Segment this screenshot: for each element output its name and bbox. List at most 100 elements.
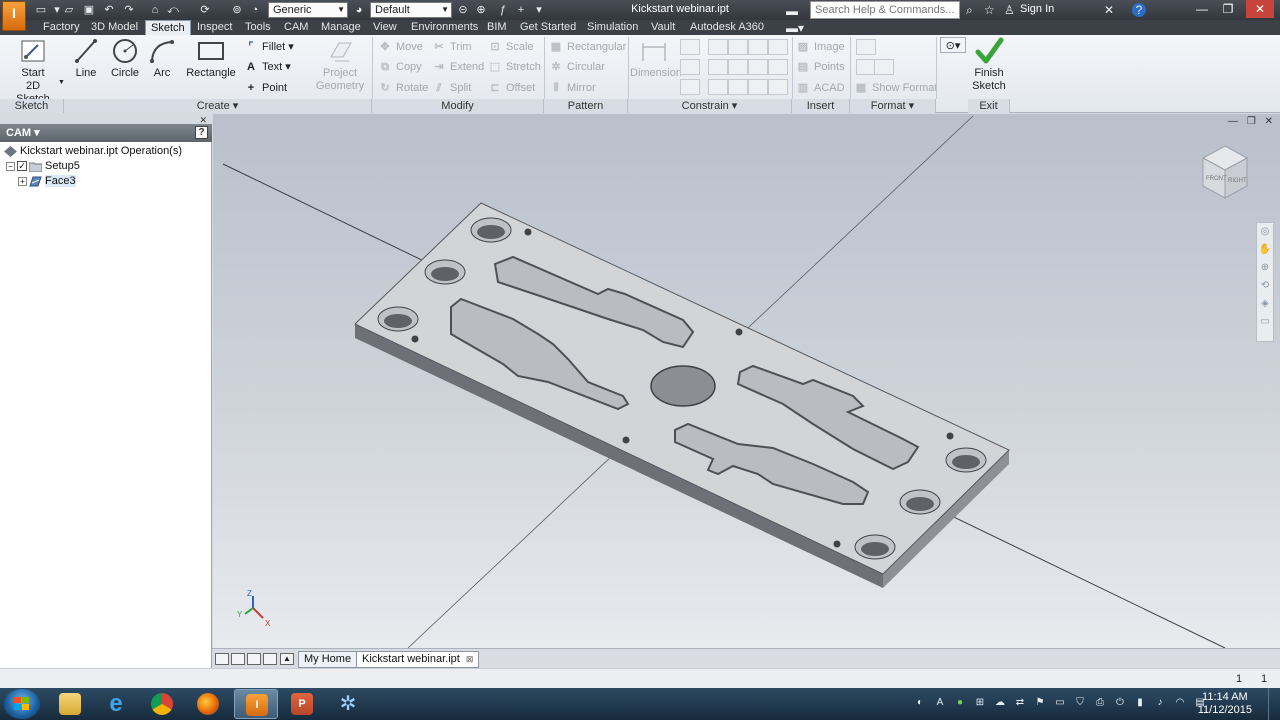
update-icon[interactable]: ⟳ <box>198 3 212 17</box>
centerline-icon[interactable] <box>856 59 876 75</box>
tray-volume-icon[interactable]: ♪ <box>1154 697 1166 709</box>
constrain-panel-label[interactable]: Constrain ▾ <box>628 99 792 113</box>
help-icon[interactable]: ? <box>1132 3 1146 17</box>
orbit-icon[interactable]: ⟲ <box>1257 277 1273 295</box>
tab-vault[interactable]: Vault <box>646 20 680 35</box>
tab-tools[interactable]: Tools <box>240 20 276 35</box>
image-button[interactable]: ▨ Image <box>796 39 845 55</box>
cascade-windows-icon[interactable] <box>215 653 229 665</box>
tab-environments[interactable]: Environments <box>406 20 483 35</box>
taskbar-firefox[interactable] <box>186 689 230 719</box>
browser-help-icon[interactable]: ? <box>195 126 208 139</box>
tab-factory[interactable]: Factory <box>38 20 85 35</box>
user-icon[interactable]: ♙ <box>1004 3 1015 17</box>
undo-icon[interactable]: ↶ <box>102 3 116 17</box>
adjust-icon[interactable]: ⊕ <box>474 3 488 17</box>
model-canvas[interactable]: Z X Y <box>213 114 1280 648</box>
tab-cam[interactable]: CAM <box>279 20 313 35</box>
viewcube[interactable]: FRONT RIGHT <box>1200 144 1250 200</box>
relax-mode-icon[interactable] <box>680 79 700 95</box>
taskbar-powerpoint[interactable]: P <box>280 689 324 719</box>
format-panel-label[interactable]: Format ▾ <box>850 99 936 113</box>
tray-shield-icon[interactable]: ⛉ <box>1074 697 1086 709</box>
show-desktop-button[interactable] <box>1268 688 1280 720</box>
tab-list-icon[interactable]: ▲ <box>280 653 294 665</box>
tree-item-setup5[interactable]: − ✓ Setup5 <box>6 159 80 173</box>
mirror-button[interactable]: ⫴ Mirror <box>549 80 596 96</box>
tray-windows-icon[interactable]: ⊞ <box>974 697 986 709</box>
doc-tab-kickstart-webinar[interactable]: Kickstart webinar.ipt ⊠ <box>356 651 480 668</box>
material-combo[interactable]: Generic ▼ <box>268 2 348 18</box>
create-panel-label[interactable]: Create ▾ <box>64 99 372 113</box>
select-icon[interactable]: ⊚ <box>230 3 244 17</box>
tile-windows-icon[interactable] <box>231 653 245 665</box>
rectangular-pattern-button[interactable]: ▦ Rectangular <box>549 39 627 55</box>
rectangle-button[interactable]: Rectangle <box>186 37 236 80</box>
perpendicular-icon[interactable] <box>728 59 748 75</box>
favorites-star-icon[interactable]: ☆ <box>984 3 995 17</box>
collapse-icon[interactable]: − <box>6 161 15 171</box>
tray-wifi-icon[interactable]: ◠ <box>1174 697 1186 709</box>
arc-button[interactable]: Arc <box>146 37 178 80</box>
smooth-icon[interactable] <box>728 79 748 95</box>
offset-button[interactable]: ⊏ Offset <box>488 80 535 96</box>
binoculars-icon[interactable]: ⌕ <box>966 3 973 17</box>
point-button[interactable]: + Point <box>244 80 287 96</box>
start-2d-sketch-button[interactable]: Start 2D Sketch <box>8 37 58 106</box>
new-file-icon[interactable]: ▭ <box>34 3 48 17</box>
copy-button[interactable]: ⧉ Copy <box>378 59 422 75</box>
nav-bar-options-icon[interactable]: ▭ <box>1257 313 1273 331</box>
acad-button[interactable]: ▥ ACAD <box>796 80 845 96</box>
steering-wheel-icon[interactable]: ◎ <box>1257 223 1273 241</box>
equal-icon[interactable] <box>768 79 788 95</box>
tab-get-started[interactable]: Get Started <box>515 20 581 35</box>
tab-sketch[interactable]: Sketch <box>145 20 191 35</box>
graphics-viewport[interactable]: — ❐ ✕ Z X Y FRONT RIGHT ◎ ✋ ⊕ ⟲ ◈ ▭ <box>213 114 1280 648</box>
tab-manage[interactable]: Manage <box>316 20 366 35</box>
tray-battery-icon[interactable]: ▮ <box>1134 697 1146 709</box>
appearance-combo[interactable]: Default ▼ <box>370 2 452 18</box>
parallel-icon[interactable] <box>708 59 728 75</box>
minimize-button[interactable]: — <box>1188 0 1216 18</box>
plus-icon[interactable]: + <box>514 3 528 17</box>
symmetric-icon[interactable] <box>748 79 768 95</box>
tray-flag-icon[interactable]: ⚑ <box>1034 697 1046 709</box>
ribbon-customize-button[interactable]: ⊙▾ <box>940 37 966 53</box>
move-button[interactable]: ✥ Move <box>378 39 423 55</box>
arrange-vertical-icon[interactable] <box>263 653 277 665</box>
scale-button[interactable]: ⊡ Scale <box>488 39 533 55</box>
help-search-input[interactable]: Search Help & Commands... <box>810 1 960 19</box>
fillet-button[interactable]: ⌜ Fillet ▾ <box>244 39 293 55</box>
vertical-icon[interactable] <box>768 59 788 75</box>
tab-bim[interactable]: BIM <box>482 20 512 35</box>
taskbar-internet-explorer[interactable]: e <box>94 689 138 719</box>
tree-item-face3[interactable]: + Face3 <box>18 174 76 188</box>
center-point-icon[interactable] <box>874 59 894 75</box>
taskbar-inventor[interactable]: I <box>234 689 278 719</box>
restore-button[interactable]: ❐ <box>1214 0 1242 18</box>
stretch-button[interactable]: ⬚ Stretch <box>488 59 541 75</box>
split-button[interactable]: ⫽ Split <box>432 80 472 96</box>
construction-icon[interactable] <box>856 39 876 55</box>
tray-network-icon[interactable]: ⇄ <box>1014 697 1026 709</box>
close-tab-icon[interactable]: ⊠ <box>466 654 474 664</box>
sign-in-link[interactable]: Sign In <box>1020 3 1054 15</box>
appearance-icon[interactable]: ◕ <box>352 3 366 17</box>
tray-monitor-icon[interactable]: ▭ <box>1054 697 1066 709</box>
line-button[interactable]: Line <box>70 37 102 80</box>
coincident-icon[interactable] <box>708 39 728 55</box>
tab-autodesk-a360[interactable]: Autodesk A360 <box>685 20 769 35</box>
fix-icon[interactable] <box>768 39 788 55</box>
horizontal-icon[interactable] <box>748 59 768 75</box>
tray-printer-icon[interactable]: ⎙ <box>1094 697 1106 709</box>
properties-icon[interactable]: ◔ <box>248 3 262 17</box>
tree-item-operations[interactable]: Kickstart webinar.ipt Operation(s) <box>4 144 182 158</box>
show-constraints-icon[interactable] <box>680 59 700 75</box>
browser-header[interactable]: CAM ▾ ? <box>0 124 212 142</box>
tray-power-icon[interactable]: ⏻ <box>1114 697 1126 709</box>
clear-override-icon[interactable]: ⊝ <box>456 3 470 17</box>
customize-icon[interactable]: ▾ <box>532 3 546 17</box>
return-icon[interactable]: ⤺ <box>166 3 180 17</box>
project-geometry-button[interactable]: Project Geometry <box>312 37 368 93</box>
fx-icon[interactable]: ƒ <box>496 3 510 17</box>
